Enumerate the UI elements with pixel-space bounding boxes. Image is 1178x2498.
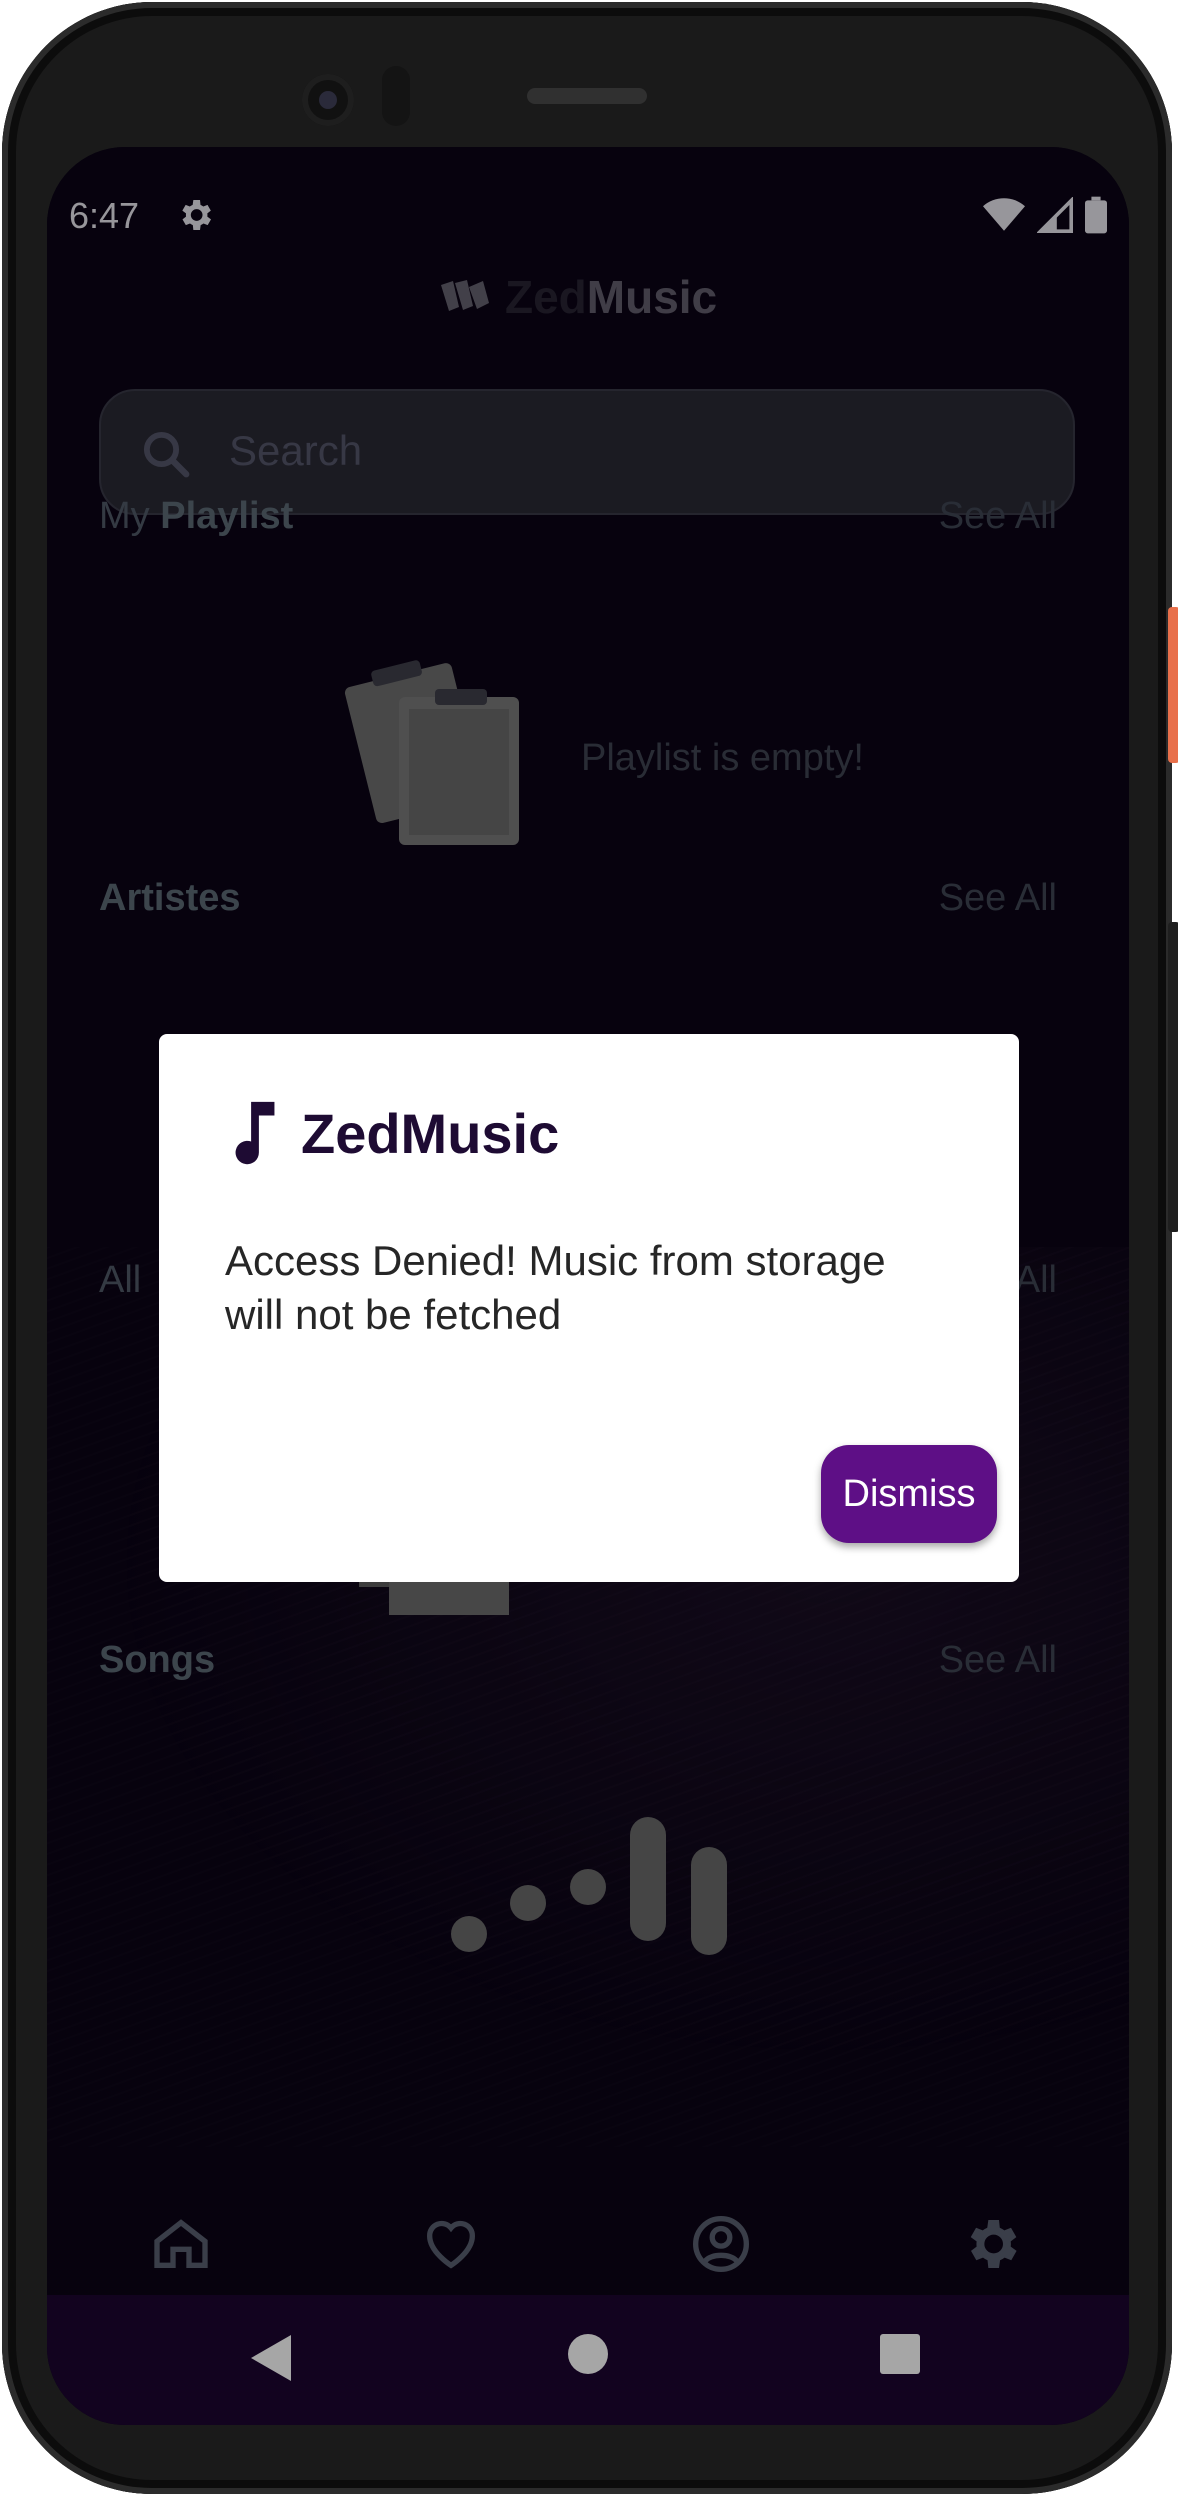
earpiece-speaker xyxy=(527,88,647,104)
dialog-header: ZedMusic xyxy=(231,1098,559,1168)
dismiss-button[interactable]: Dismiss xyxy=(821,1445,997,1543)
app-background: 6:47 ZedMusic Search My Playlist See All… xyxy=(47,147,1129,2425)
power-button xyxy=(1168,607,1178,763)
volume-button xyxy=(1168,922,1178,1232)
access-denied-dialog: ZedMusic Access Denied! Music from stora… xyxy=(159,1034,1019,1582)
music-note-icon xyxy=(235,1101,275,1165)
front-camera xyxy=(302,74,354,126)
dialog-message: Access Denied! Music from storage will n… xyxy=(225,1237,886,1338)
screen: 6:47 ZedMusic Search My Playlist See All… xyxy=(47,147,1129,2425)
proximity-sensor xyxy=(382,66,410,126)
dialog-title: ZedMusic xyxy=(301,1101,560,1165)
phone-frame: 6:47 ZedMusic Search My Playlist See All… xyxy=(2,2,1178,2494)
